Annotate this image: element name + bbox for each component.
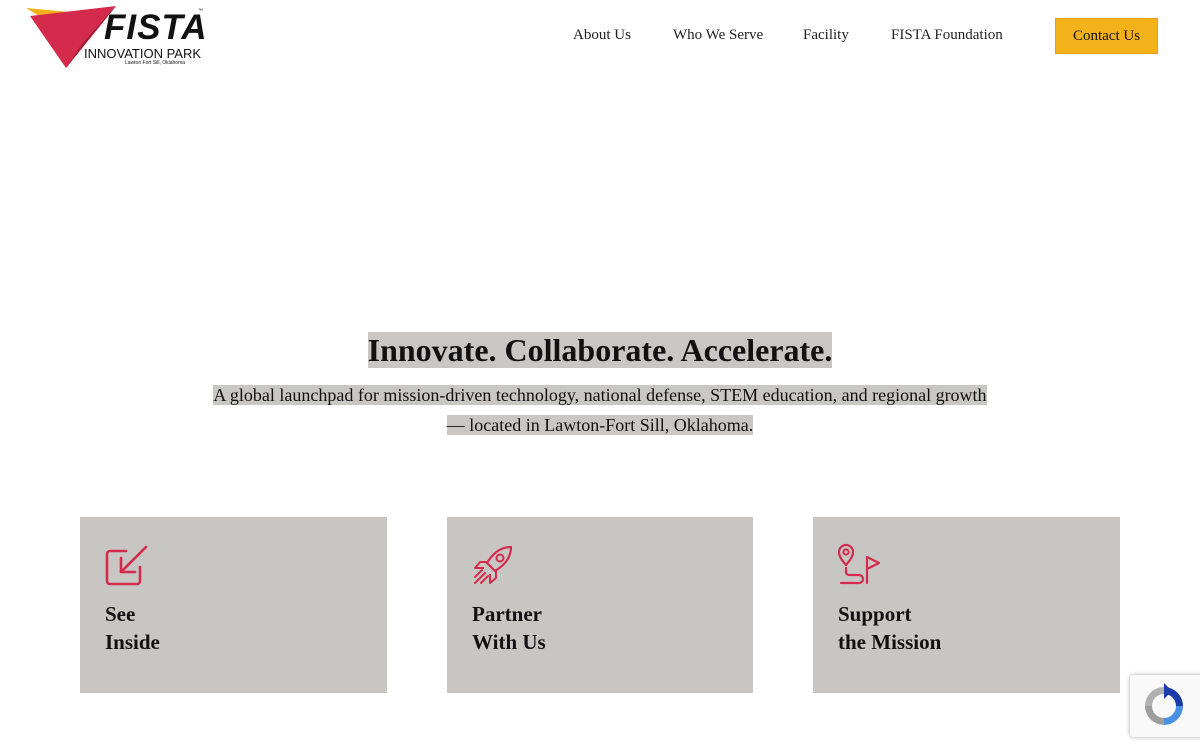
- logo-subtitle: INNOVATION PARK: [84, 46, 202, 61]
- card-label-line2: the Mission: [838, 630, 942, 654]
- hero-subtitle: A global launchpad for mission-driven te…: [200, 380, 1000, 440]
- nav-facility[interactable]: Facility: [803, 27, 849, 45]
- card-see-inside[interactable]: See Inside: [80, 517, 387, 693]
- nav-who-we-serve[interactable]: Who We Serve: [673, 27, 763, 45]
- recaptcha-icon: [1145, 683, 1183, 725]
- card-support-the-mission[interactable]: Support the Mission: [813, 517, 1120, 693]
- card-label-line1: See: [105, 602, 136, 626]
- hero-title-text: Innovate. Collaborate. Accelerate.: [367, 332, 833, 368]
- card-label-line2: Inside: [105, 630, 160, 654]
- hero-title: Innovate. Collaborate. Accelerate.: [0, 332, 1200, 369]
- hero-subtitle-line2: — located in Lawton-Fort Sill, Oklahoma.: [446, 415, 754, 435]
- contact-us-label: Contact Us: [1072, 27, 1141, 44]
- logo-title: FISTA: [104, 8, 208, 47]
- route-pin-flag-icon: [837, 543, 881, 585]
- card-partner-with-us[interactable]: Partner With Us: [447, 517, 753, 693]
- rocket-icon: [474, 545, 513, 584]
- logo-trademark: ™: [198, 8, 203, 14]
- fista-logo[interactable]: FISTA ™ INNOVATION PARK Lawton Fort Sill…: [26, 4, 208, 70]
- nav-about-us[interactable]: About Us: [573, 27, 631, 45]
- recaptcha-badge[interactable]: [1130, 675, 1200, 737]
- hero-subtitle-line1: A global launchpad for mission-driven te…: [213, 385, 987, 405]
- arrow-in-box-icon: [105, 545, 148, 586]
- logo-location: Lawton Fort Sill, Oklahoma: [125, 60, 186, 66]
- card-label: Support the Mission: [838, 600, 941, 656]
- card-label: See Inside: [105, 600, 160, 656]
- card-label: Partner With Us: [472, 600, 546, 656]
- card-label-line2: With Us: [472, 630, 546, 654]
- card-label-line1: Partner: [472, 602, 542, 626]
- contact-us-button[interactable]: Contact Us: [1055, 18, 1158, 54]
- nav-fista-foundation[interactable]: FISTA Foundation: [891, 27, 1003, 45]
- card-label-line1: Support: [838, 602, 912, 626]
